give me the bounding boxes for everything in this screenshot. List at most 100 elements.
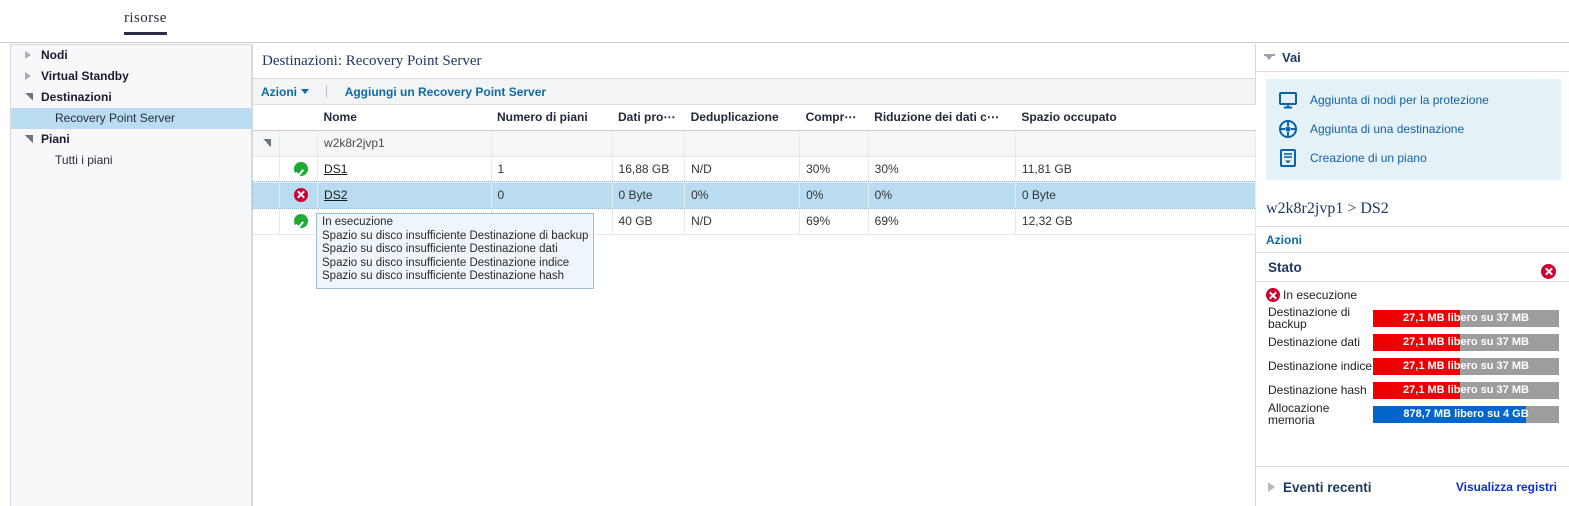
stato-section-title: Stato (1268, 260, 1302, 275)
add-destination-link[interactable]: Aggiunta di una destinazione (1266, 114, 1561, 143)
add-recovery-point-server-button[interactable]: Aggiungi un Recovery Point Server (345, 85, 546, 99)
status-error-icon (1266, 288, 1280, 302)
top-tab-bar: risorse (0, 0, 1569, 43)
usage-bar-indice: 27,1 MB libero su 37 MB (1373, 358, 1559, 375)
usage-bar-label: Destinazione di backup (1268, 306, 1373, 330)
add-destination-label: Aggiunta di una destinazione (1310, 122, 1464, 136)
usage-bar-text: 878,7 MB libero su 4 GB (1373, 406, 1559, 423)
row-spazio-cell: 12,32 GB (1015, 208, 1255, 234)
add-nodes-label: Aggiunta di nodi per la protezione (1310, 93, 1489, 107)
actions-menu-label: Azioni (261, 85, 297, 99)
sidebar-item-virtual-standby[interactable]: Virtual Standby (11, 66, 251, 87)
group-expander-cell[interactable] (253, 130, 279, 156)
tab-active-underline (124, 32, 167, 35)
sidebar-item-label: Destinazioni (41, 90, 112, 104)
group-status-cell (279, 130, 317, 156)
table-row[interactable]: DS1 1 16,88 GB N/D 30% 30% 11,81 GB (253, 156, 1256, 182)
row-expander-cell (253, 208, 279, 234)
row-compr-cell: 30% (800, 156, 869, 182)
chevron-down-icon[interactable] (25, 135, 33, 143)
destination-link[interactable]: DS1 (324, 162, 347, 176)
row-piani-cell: 0 (491, 182, 612, 208)
usage-bar-row: Allocazione memoria 878,7 MB libero su 4… (1256, 402, 1569, 426)
chevron-right-icon[interactable] (25, 51, 31, 59)
chevron-down-icon[interactable] (263, 139, 271, 147)
row-dedup-cell: 0% (685, 182, 800, 208)
col-deduplicazione[interactable]: Deduplicazione (685, 105, 800, 130)
stato-section-header[interactable]: Stato (1256, 253, 1569, 282)
status-ok-icon (294, 214, 308, 228)
breadcrumb: w2k8r2jvp1 > DS2 (1256, 194, 1569, 227)
sidebar-item-piani[interactable]: Piani (11, 129, 251, 150)
toolbar-divider (326, 85, 327, 98)
tooltip-line: Spazio su disco insufficiente Destinazio… (322, 270, 588, 284)
col-status[interactable] (279, 105, 317, 130)
row-dedup-cell: N/D (685, 208, 800, 234)
row-spazio-cell: 11,81 GB (1015, 156, 1255, 182)
usage-bar-row: Destinazione indice 27,1 MB libero su 37… (1256, 354, 1569, 378)
vai-section-header[interactable]: Vai (1256, 44, 1569, 72)
row-status-cell (279, 156, 317, 182)
col-compressione[interactable]: Compr⋯ (800, 105, 869, 130)
sidebar-item-recovery-point-server[interactable]: Recovery Point Server (11, 108, 251, 129)
chevron-right-icon[interactable] (25, 72, 31, 80)
create-plan-link[interactable]: Creazione di un piano (1266, 143, 1561, 172)
row-name-cell: DS1 (318, 156, 491, 182)
sidebar-item-tutti-i-piani[interactable]: Tutti i piani (11, 150, 251, 171)
group-compr-cell (800, 130, 869, 156)
right-actions-menu-button[interactable]: Azioni (1266, 233, 1302, 247)
create-plan-label: Creazione di un piano (1310, 151, 1427, 165)
row-expander-cell (253, 156, 279, 182)
row-compr-cell: 0% (800, 182, 869, 208)
usage-bar-label: Allocazione memoria (1268, 402, 1373, 426)
usage-bar-row: Destinazione dati 27,1 MB libero su 37 M… (1256, 330, 1569, 354)
sidebar-item-nodi[interactable]: Nodi (11, 45, 251, 66)
usage-bar-hash: 27,1 MB libero su 37 MB (1373, 382, 1559, 399)
row-name-cell: DS2 (318, 182, 491, 208)
right-panel-toolbar: Azioni (1256, 227, 1569, 253)
status-error-icon (294, 188, 308, 202)
sidebar-item-destinazioni[interactable]: Destinazioni (11, 87, 251, 108)
group-dati-cell (612, 130, 685, 156)
usage-bar-text: 27,1 MB libero su 37 MB (1373, 310, 1559, 327)
row-status-cell (279, 208, 317, 234)
chevron-down-icon[interactable] (25, 93, 33, 101)
row-riduzione-cell: 69% (868, 208, 1015, 234)
visualizza-registri-link[interactable]: Visualizza registri (1456, 480, 1557, 494)
row-riduzione-cell: 30% (868, 156, 1015, 182)
col-spazio-occupato[interactable]: Spazio occupato (1015, 105, 1255, 130)
group-spazio-cell (1015, 130, 1255, 156)
chevron-down-icon[interactable] (1264, 54, 1275, 61)
col-dati-protetti[interactable]: Dati pro⋯ (612, 105, 685, 130)
col-riduzione-dati[interactable]: Riduzione dei dati c⋯ (868, 105, 1015, 130)
chevron-right-icon[interactable] (1268, 482, 1275, 492)
eventi-recenti-title: Eventi recenti (1283, 480, 1372, 495)
row-dedup-cell: N/D (685, 156, 800, 182)
running-status-row: In esecuzione (1256, 282, 1569, 306)
chevron-down-icon (301, 89, 309, 94)
actions-menu-button[interactable]: Azioni (261, 85, 309, 99)
col-expander[interactable] (253, 105, 279, 130)
right-actions-label: Azioni (1266, 233, 1302, 247)
group-dedup-cell (685, 130, 800, 156)
tab-risorse[interactable]: risorse (124, 10, 167, 35)
add-nodes-link[interactable]: Aggiunta di nodi per la protezione (1266, 85, 1561, 114)
row-expander-cell (253, 182, 279, 208)
table-header-row: Nome Numero di piani Dati pro⋯ Deduplica… (253, 105, 1256, 130)
status-error-icon (1541, 260, 1556, 275)
usage-bar-dati: 27,1 MB libero su 37 MB (1373, 334, 1559, 351)
table-group-row[interactable]: w2k8r2jvp1 (253, 130, 1256, 156)
row-spazio-cell: 0 Byte (1015, 182, 1255, 208)
sidebar-item-label: Piani (41, 132, 70, 146)
table-row[interactable]: DS2 0 0 Byte 0% 0% 0% 0 Byte (253, 182, 1256, 208)
destination-link[interactable]: DS2 (324, 188, 347, 202)
tooltip-line: Spazio su disco insufficiente Destinazio… (322, 230, 588, 244)
row-status-cell (279, 182, 317, 208)
tooltip-line: Spazio su disco insufficiente Destinazio… (322, 257, 588, 271)
col-nome[interactable]: Nome (318, 105, 491, 130)
col-numero-piani[interactable]: Numero di piani (491, 105, 612, 130)
row-dati-cell: 40 GB (612, 208, 685, 234)
group-piani-cell (491, 130, 612, 156)
sidebar-item-label: Nodi (41, 48, 68, 62)
sidebar-item-label: Tutti i piani (55, 153, 113, 167)
